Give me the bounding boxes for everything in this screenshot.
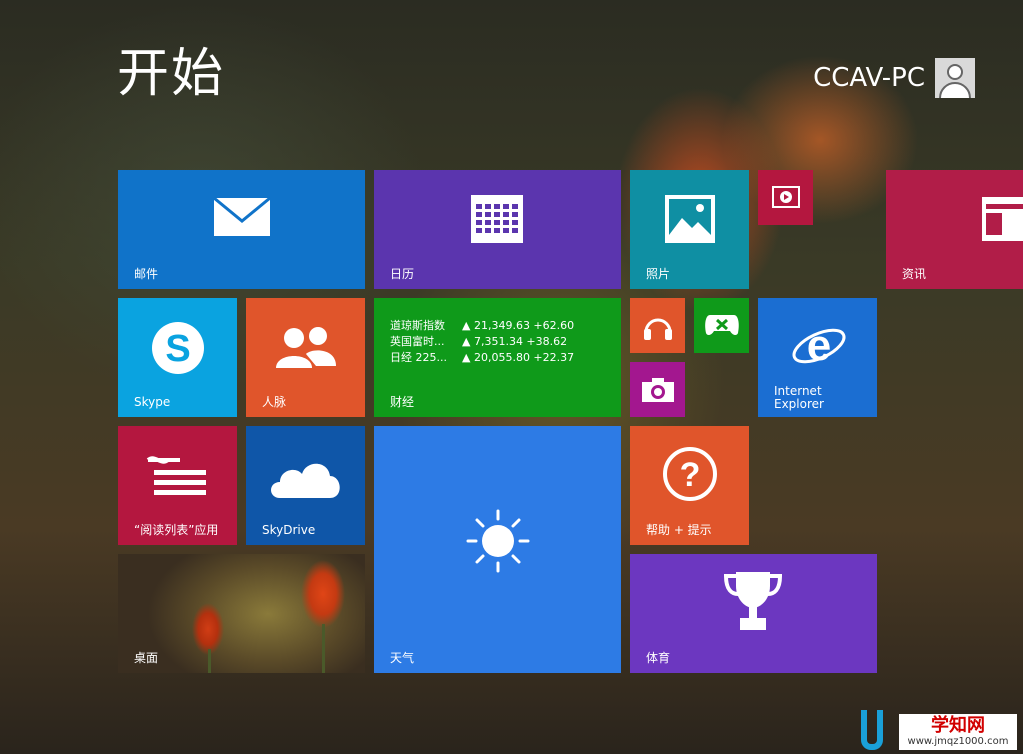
quote-value: ▲ 21,349.63 +62.60 xyxy=(462,319,575,332)
tile-video[interactable] xyxy=(758,170,813,225)
tile-photos[interactable]: 照片 xyxy=(630,170,749,289)
quote-value: ▲ 20,055.80 +22.37 xyxy=(462,351,575,364)
tile-label: SkyDrive xyxy=(262,523,316,537)
tile-calendar[interactable]: 日历 xyxy=(374,170,621,289)
tile-games[interactable] xyxy=(694,298,749,353)
newspaper-icon xyxy=(982,197,1023,241)
watermark: 学知网 www.jmqz1000.com xyxy=(899,714,1017,750)
game-controller-icon xyxy=(705,315,739,336)
tile-label-line1: Internet xyxy=(774,384,822,398)
tile-label: “阅读列表”应用 xyxy=(134,523,219,537)
quote-row: 英国富时... ▲ 7,351.34 +38.62 xyxy=(390,334,574,350)
user-avatar-icon[interactable] xyxy=(935,58,975,98)
tile-desktop[interactable]: 桌面 xyxy=(118,554,365,673)
tile-label: 日历 xyxy=(390,267,415,281)
people-icon xyxy=(276,327,336,368)
quote-name: 日经 225... xyxy=(390,351,447,364)
camera-icon xyxy=(642,378,674,402)
tile-label: 天气 xyxy=(390,651,415,665)
watermark-url: www.jmqz1000.com xyxy=(907,736,1009,747)
tile-sports[interactable]: 体育 xyxy=(630,554,877,673)
quote-name: 道琼斯指数 xyxy=(390,319,445,332)
tile-music[interactable] xyxy=(630,298,685,353)
tile-finance[interactable]: 道琼斯指数 ▲ 21,349.63 +62.60 英国富时... ▲ 7,351… xyxy=(374,298,621,417)
tile-label: Internet Explorer xyxy=(774,385,824,411)
tile-weather[interactable]: 天气 xyxy=(374,426,621,673)
calendar-icon xyxy=(471,195,523,243)
video-play-icon xyxy=(772,186,800,208)
quote-row: 道琼斯指数 ▲ 21,349.63 +62.60 xyxy=(390,318,574,334)
question-mark-icon: ? xyxy=(663,447,717,501)
tile-reading-list[interactable]: “阅读列表”应用 xyxy=(118,426,237,545)
tile-label: 桌面 xyxy=(134,651,159,665)
flower-stem xyxy=(322,624,325,673)
svg-text:?: ? xyxy=(680,456,701,494)
envelope-icon xyxy=(213,197,271,236)
quote-value: ▲ 7,351.34 +38.62 xyxy=(462,335,568,348)
start-screen-title: 开始 xyxy=(117,44,226,104)
tile-skype[interactable]: S Skype xyxy=(118,298,237,417)
tile-help-tips[interactable]: ? 帮助 + 提示 xyxy=(630,426,749,545)
picture-icon xyxy=(665,195,715,243)
user-account[interactable]: CCAV-PC xyxy=(813,58,975,98)
tile-news[interactable]: 资讯 xyxy=(886,170,1023,289)
watermark-title: 学知网 xyxy=(931,715,985,736)
tile-label: 资讯 xyxy=(902,267,927,281)
quote-row: 日经 225... ▲ 20,055.80 +22.37 xyxy=(390,350,574,366)
skype-icon: S xyxy=(152,322,204,374)
tile-label: 体育 xyxy=(646,651,671,665)
tile-label: 财经 xyxy=(390,395,415,409)
svg-text:S: S xyxy=(165,328,190,370)
tile-label: 邮件 xyxy=(134,267,159,281)
tile-label: Skype xyxy=(134,395,171,409)
tile-label: 人脉 xyxy=(262,395,287,409)
watermark-logo-mark xyxy=(861,710,883,750)
user-name: CCAV-PC xyxy=(813,63,925,93)
tile-camera[interactable] xyxy=(630,362,685,417)
tile-internet-explorer[interactable]: e Internet Explorer xyxy=(758,298,877,417)
svg-text:e: e xyxy=(807,321,831,370)
tile-skydrive[interactable]: SkyDrive xyxy=(246,426,365,545)
tile-label: 照片 xyxy=(646,267,671,281)
tile-people[interactable]: 人脉 xyxy=(246,298,365,417)
sun-icon xyxy=(466,509,530,573)
internet-explorer-icon: e xyxy=(792,321,846,370)
stock-quotes: 道琼斯指数 ▲ 21,349.63 +62.60 英国富时... ▲ 7,351… xyxy=(390,318,574,366)
reading-list-icon xyxy=(146,456,206,495)
tile-label: 帮助 + 提示 xyxy=(646,523,712,537)
flower-stem xyxy=(208,649,211,673)
trophy-icon xyxy=(723,572,783,630)
headphones-icon xyxy=(644,318,672,340)
tile-mail[interactable]: 邮件 xyxy=(118,170,365,289)
cloud-icon xyxy=(271,463,340,498)
quote-name: 英国富时... xyxy=(390,335,445,348)
tile-label-line2: Explorer xyxy=(774,397,824,411)
